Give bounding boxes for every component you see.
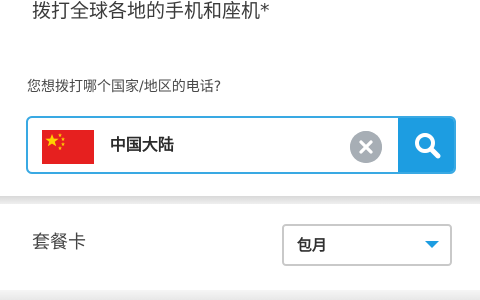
clear-icon	[350, 131, 382, 163]
clear-button[interactable]	[350, 131, 382, 163]
search-button[interactable]	[398, 118, 454, 172]
country-question-label: 您想拨打哪个国家/地区的电话?	[27, 79, 222, 95]
country-search-box[interactable]: 中国大陆	[26, 116, 456, 174]
search-icon	[415, 133, 441, 159]
bottom-divider	[0, 290, 480, 300]
plan-label: 套餐卡	[32, 232, 86, 253]
plan-row: 套餐卡 包月	[0, 204, 480, 290]
plan-select[interactable]: 包月	[282, 224, 452, 266]
section-divider	[0, 196, 480, 204]
page-title: 拨打全球各地的手机和座机*	[32, 0, 270, 22]
calling-form-panel: 拨打全球各地的手机和座机* 您想拨打哪个国家/地区的电话? 中国大陆	[0, 0, 480, 196]
plan-select-value[interactable]: 包月	[297, 235, 327, 255]
chevron-down-icon[interactable]	[424, 240, 440, 250]
selected-country-text[interactable]: 中国大陆	[110, 134, 174, 156]
china-flag-icon	[42, 130, 94, 164]
